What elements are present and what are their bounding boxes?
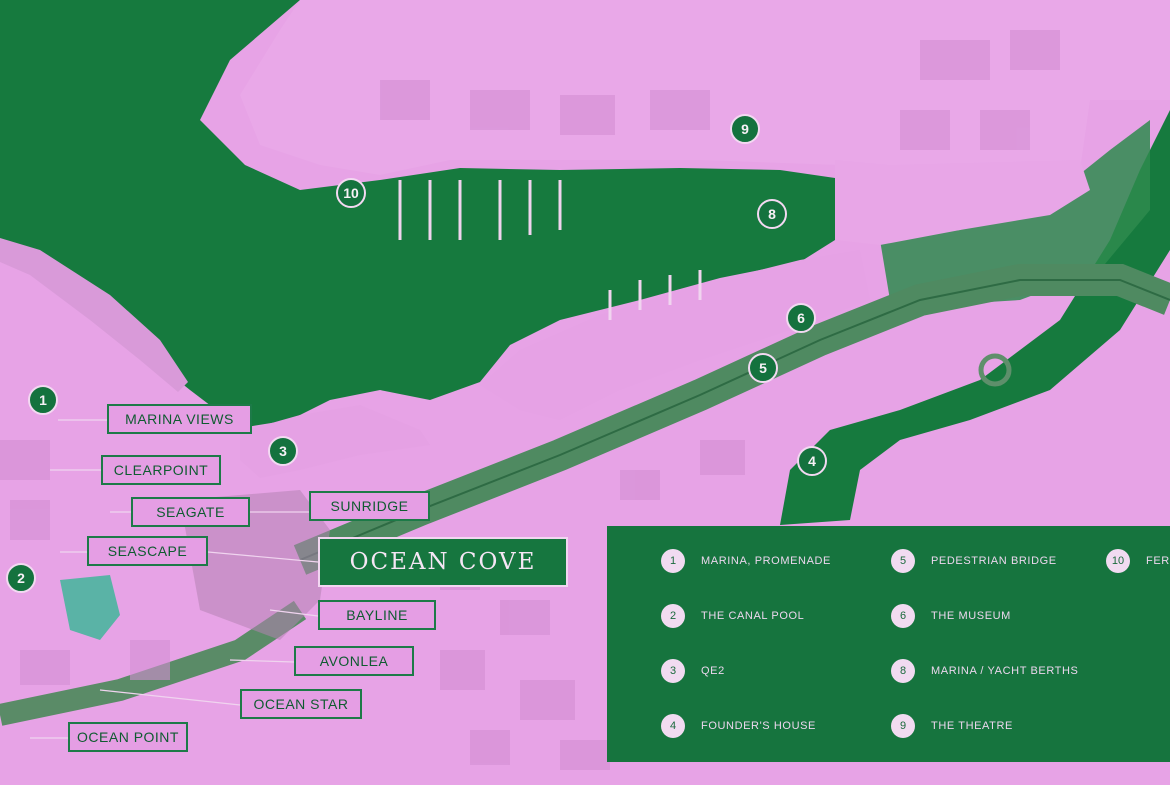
legend-label: THE CANAL POOL bbox=[701, 610, 805, 622]
legend-item-8[interactable]: 8 MARINA / YACHT BERTHS bbox=[891, 659, 1078, 683]
legend-label: FER bbox=[1146, 555, 1170, 567]
legend-label: THE MUSEUM bbox=[931, 610, 1011, 622]
legend-item-10[interactable]: 10 FER bbox=[1106, 549, 1170, 573]
map-pin-4[interactable]: 4 bbox=[797, 446, 827, 476]
master-plan-map: 1 2 3 4 5 6 8 9 10 MARINA VIEWS CLEARPOI… bbox=[0, 0, 1170, 785]
legend-item-4[interactable]: 4 FOUNDER'S HOUSE bbox=[661, 714, 816, 738]
legend-item-3[interactable]: 3 QE2 bbox=[661, 659, 725, 683]
building-label-seagate[interactable]: SEAGATE bbox=[131, 497, 250, 527]
building-label-ocean-point[interactable]: OCEAN POINT bbox=[68, 722, 188, 752]
building-label-ocean-star[interactable]: OCEAN STAR bbox=[240, 689, 362, 719]
legend-number: 9 bbox=[891, 714, 915, 738]
building-label-seascape[interactable]: SEASCAPE bbox=[87, 536, 208, 566]
legend-label: PEDESTRIAN BRIDGE bbox=[931, 555, 1057, 567]
building-label-avonlea[interactable]: AVONLEA bbox=[294, 646, 414, 676]
legend-number: 10 bbox=[1106, 549, 1130, 573]
map-pin-6[interactable]: 6 bbox=[786, 303, 816, 333]
legend-item-2[interactable]: 2 THE CANAL POOL bbox=[661, 604, 804, 628]
building-label-sunridge[interactable]: SUNRIDGE bbox=[309, 491, 430, 521]
legend-number: 3 bbox=[661, 659, 685, 683]
map-pin-3[interactable]: 3 bbox=[268, 436, 298, 466]
map-pin-10[interactable]: 10 bbox=[336, 178, 366, 208]
legend-number: 6 bbox=[891, 604, 915, 628]
map-pin-5[interactable]: 5 bbox=[748, 353, 778, 383]
legend-label: THE THEATRE bbox=[931, 720, 1013, 732]
legend-label: QE2 bbox=[701, 665, 725, 677]
map-pin-9[interactable]: 9 bbox=[730, 114, 760, 144]
map-pin-1[interactable]: 1 bbox=[28, 385, 58, 415]
map-pin-8[interactable]: 8 bbox=[757, 199, 787, 229]
legend-number: 5 bbox=[891, 549, 915, 573]
legend-number: 1 bbox=[661, 549, 685, 573]
building-label-bayline[interactable]: BAYLINE bbox=[318, 600, 436, 630]
legend-label: MARINA, PROMENADE bbox=[701, 555, 831, 567]
legend-item-5[interactable]: 5 PEDESTRIAN BRIDGE bbox=[891, 549, 1057, 573]
legend-number: 4 bbox=[661, 714, 685, 738]
building-label-clearpoint[interactable]: CLEARPOINT bbox=[101, 455, 221, 485]
project-title: OCEAN COVE bbox=[318, 537, 568, 587]
legend-item-9[interactable]: 9 THE THEATRE bbox=[891, 714, 1013, 738]
building-label-marina-views[interactable]: MARINA VIEWS bbox=[107, 404, 252, 434]
north-district bbox=[240, 0, 1170, 175]
legend-number: 2 bbox=[661, 604, 685, 628]
legend-item-1[interactable]: 1 MARINA, PROMENADE bbox=[661, 549, 831, 573]
legend-item-6[interactable]: 6 THE MUSEUM bbox=[891, 604, 1011, 628]
legend-label: FOUNDER'S HOUSE bbox=[701, 720, 816, 732]
legend-number: 8 bbox=[891, 659, 915, 683]
legend-panel: 1 MARINA, PROMENADE 2 THE CANAL POOL 3 Q… bbox=[607, 526, 1170, 762]
legend-label: MARINA / YACHT BERTHS bbox=[931, 665, 1079, 677]
map-pin-2[interactable]: 2 bbox=[6, 563, 36, 593]
